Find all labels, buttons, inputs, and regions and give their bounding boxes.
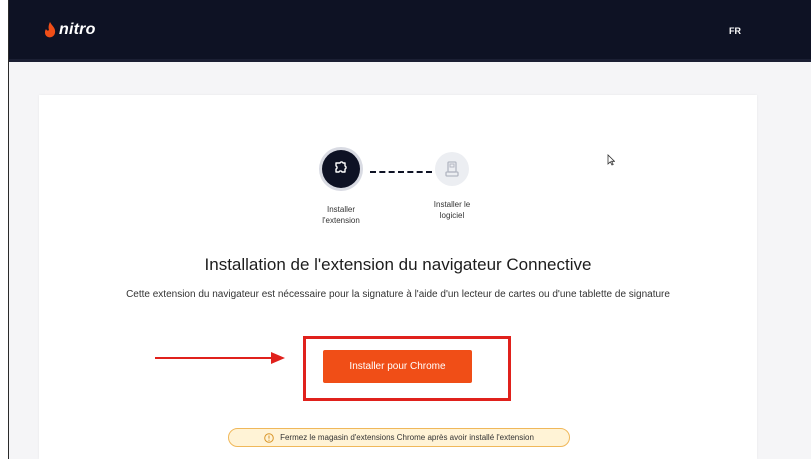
step-1-label: Installer l'extension [322, 205, 360, 225]
top-navigation-bar: nitro FR [9, 0, 811, 62]
nitro-logo[interactable]: nitro [43, 21, 96, 39]
page-title: Installation de l'extension du navigateu… [204, 255, 592, 274]
installation-card: Installer l'extension Installer le logic… [39, 95, 757, 459]
step-1-indicator [322, 150, 360, 188]
mouse-pointer-icon [607, 154, 615, 166]
page-description: Cette extension du navigateur est nécess… [126, 289, 670, 300]
card-reader-icon [445, 161, 459, 177]
step-connector [370, 171, 432, 173]
notice-text: Fermez le magasin d'extensions Chrome ap… [280, 433, 534, 442]
puzzle-icon [335, 161, 347, 173]
nitro-flame-icon [44, 22, 56, 38]
red-arrow-annotation-icon [155, 352, 285, 364]
step-2-indicator [435, 152, 469, 186]
language-selector[interactable]: FR [729, 26, 741, 36]
warning-icon [264, 432, 274, 443]
notice-banner: Fermez le magasin d'extensions Chrome ap… [228, 428, 570, 447]
browser-viewport: nitro FR Installer l'extension Installer… [8, 0, 811, 459]
install-for-chrome-button[interactable]: Installer pour Chrome [323, 350, 472, 383]
logo-wordmark: nitro [59, 21, 96, 38]
step-2-label: Installer le logiciel [433, 200, 471, 220]
